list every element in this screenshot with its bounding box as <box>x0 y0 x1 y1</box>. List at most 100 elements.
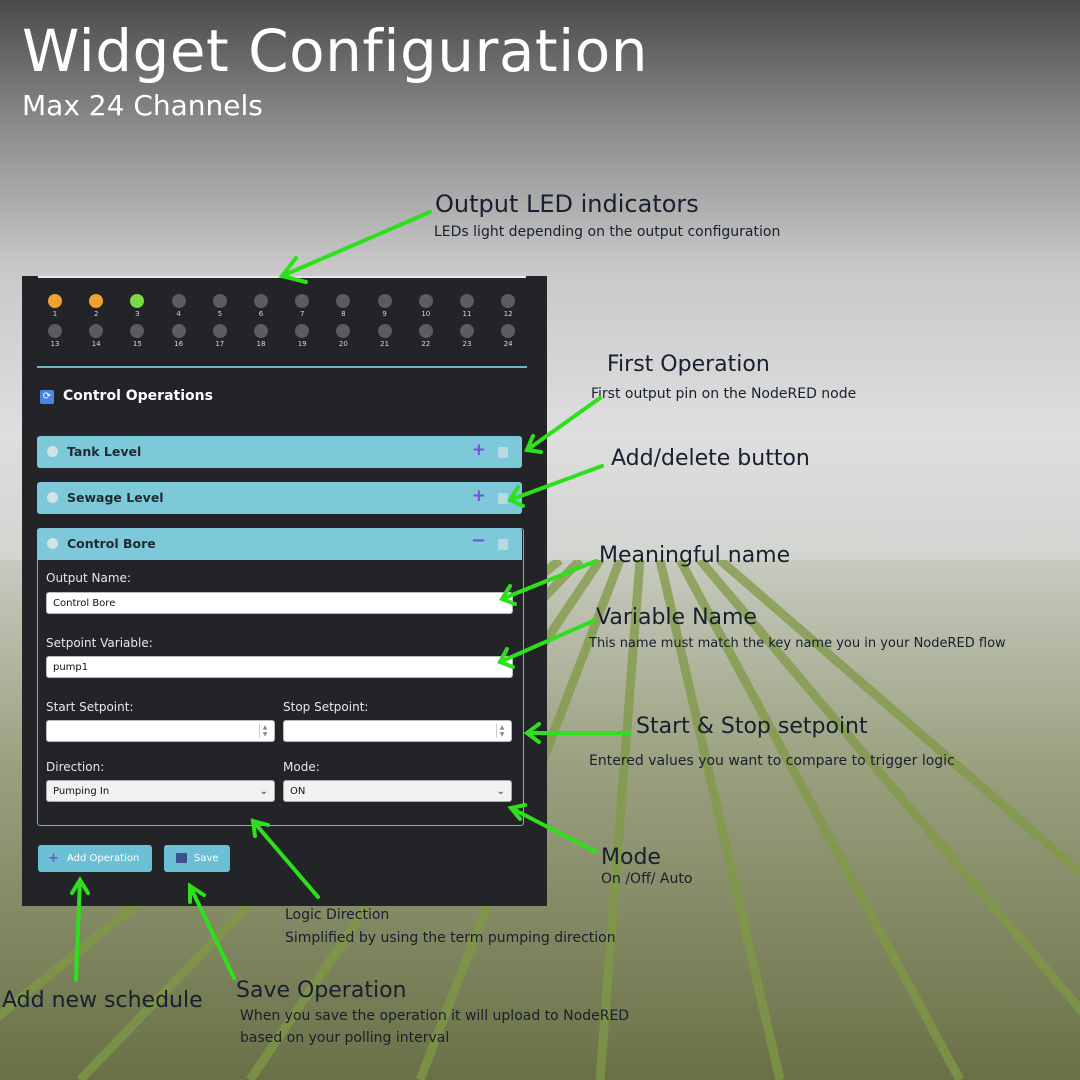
led-label: 17 <box>215 340 225 348</box>
led-indicator-4 <box>171 294 186 308</box>
led-indicator-16 <box>171 324 186 338</box>
annotation-mode-desc: On /Off/ Auto <box>601 871 693 887</box>
led-indicator-5 <box>212 294 227 308</box>
expand-plus-icon[interactable]: + <box>472 486 486 506</box>
output-name-label: Output Name: <box>46 571 131 585</box>
trash-icon[interactable] <box>498 539 508 550</box>
led-indicator-19 <box>295 324 310 338</box>
annotation-mode-title: Mode <box>601 845 661 870</box>
page-subtitle: Max 24 Channels <box>22 89 263 122</box>
led-indicator-23 <box>460 324 474 338</box>
annotation-add-delete-title: Add/delete button <box>611 446 810 471</box>
direction-select[interactable]: Pumping In ⌄ <box>46 780 275 802</box>
trash-icon[interactable] <box>498 447 508 458</box>
gear-icon <box>47 538 58 549</box>
led-indicator-18 <box>254 324 268 338</box>
panel-top-border <box>38 276 526 278</box>
spinner-icon[interactable]: ▲ ▼ <box>259 724 270 738</box>
led-indicator-20 <box>336 324 351 338</box>
annotation-first-op-desc: First output pin on the NodeRED node <box>591 386 857 402</box>
direction-value: Pumping In <box>53 786 110 797</box>
led-label: 15 <box>132 340 142 348</box>
led-indicator-12 <box>501 294 516 308</box>
operation-card-sewage-level[interactable]: Sewage Level + <box>37 482 522 514</box>
section-title: Control Operations <box>63 388 213 404</box>
widget-panel: 1 2 3 4 5 6 7 8 9 10 11 12 13 14 15 16 17 18 19 20 21 22 23 24 … <box>22 276 547 906</box>
annotation-save-op-desc-2: based on your polling interval <box>240 1030 450 1046</box>
annotation-logic-direction-desc: Simplified by using the term pumping dir… <box>285 930 616 946</box>
setpoint-variable-label: Setpoint Variable: <box>46 636 153 650</box>
operation-card-tank-level[interactable]: Tank Level + <box>37 436 522 468</box>
led-indicator-3 <box>130 294 145 308</box>
save-icon <box>176 853 187 863</box>
start-setpoint-input[interactable]: ▲ ▼ <box>46 720 275 742</box>
operation-name: Control Bore <box>67 536 156 551</box>
annotation-variable-name-title: Variable Name <box>596 605 757 630</box>
led-label: 3 <box>135 310 140 318</box>
annotation-output-led-desc: LEDs light depending on the output confi… <box>434 224 781 240</box>
plus-icon: + <box>48 851 59 866</box>
led-indicator-13 <box>48 324 62 338</box>
led-label: 11 <box>462 310 472 318</box>
led-label: 12 <box>503 310 513 318</box>
led-label: 21 <box>380 340 390 348</box>
led-indicator-24 <box>501 324 516 338</box>
led-label: 10 <box>421 310 431 318</box>
operation-name: Sewage Level <box>67 490 164 505</box>
led-indicator-2 <box>89 294 104 308</box>
stop-setpoint-label: Stop Setpoint: <box>283 700 369 714</box>
led-label: 6 <box>258 310 264 318</box>
led-label: 14 <box>91 340 101 348</box>
divider <box>37 366 527 368</box>
annotation-save-op-title: Save Operation <box>236 978 407 1003</box>
direction-label: Direction: <box>46 760 105 774</box>
led-label: 5 <box>217 310 223 318</box>
gear-icon <box>47 446 58 457</box>
led-label: 7 <box>299 310 305 318</box>
add-operation-button[interactable]: + Add Operation <box>38 845 152 872</box>
chevron-down-icon: ⌄ <box>259 786 268 797</box>
annotation-output-led-title: Output LED indicators <box>435 190 699 218</box>
led-label: 22 <box>421 340 431 348</box>
setpoint-variable-input[interactable]: pump1 <box>46 656 513 678</box>
led-indicator-17 <box>212 324 227 338</box>
led-label: 4 <box>176 310 181 318</box>
annotation-first-op-title: First Operation <box>607 352 770 377</box>
start-setpoint-label: Start Setpoint: <box>46 700 134 714</box>
led-label: 8 <box>341 310 346 318</box>
led-indicator-9 <box>377 294 392 308</box>
led-label: 19 <box>297 340 307 348</box>
led-label: 1 <box>52 310 58 318</box>
mode-value: ON <box>290 786 306 797</box>
led-indicator-22 <box>418 324 433 338</box>
led-indicator-8 <box>336 294 351 308</box>
save-label: Save <box>194 853 219 864</box>
led-label: 2 <box>93 310 99 318</box>
output-name-input[interactable]: Control Bore <box>46 592 513 614</box>
collapse-minus-icon[interactable]: − <box>471 530 486 551</box>
save-button[interactable]: Save <box>164 845 230 872</box>
led-label: 20 <box>338 340 348 348</box>
trash-icon[interactable] <box>498 493 508 504</box>
led-label: 9 <box>382 310 387 318</box>
stop-setpoint-input[interactable]: ▲ ▼ <box>283 720 512 742</box>
annotation-start-stop-desc: Entered values you want to compare to tr… <box>589 753 955 769</box>
led-indicator-7 <box>295 294 310 308</box>
expand-plus-icon[interactable]: + <box>472 440 486 460</box>
mode-label: Mode: <box>283 760 320 774</box>
annotation-start-stop-title: Start & Stop setpoint <box>636 714 868 739</box>
annotation-meaningful-name-title: Meaningful name <box>599 543 791 568</box>
led-indicator-21 <box>377 324 392 338</box>
spinner-icon[interactable]: ▲ ▼ <box>496 724 507 738</box>
add-operation-label: Add Operation <box>67 853 140 864</box>
page-title: Widget Configuration <box>22 17 649 85</box>
chevron-down-icon: ⌄ <box>496 786 505 797</box>
operation-card-control-bore[interactable]: Control Bore − <box>37 528 522 560</box>
annotation-logic-direction-title: Logic Direction <box>285 907 390 923</box>
sync-icon: ⟳ <box>40 390 54 404</box>
mode-select[interactable]: ON ⌄ <box>283 780 512 802</box>
led-indicator-15 <box>130 324 145 338</box>
annotation-add-schedule-title: Add new schedule <box>2 988 203 1013</box>
annotation-variable-name-desc: This name must match the key name you in… <box>589 636 1006 651</box>
led-indicator-14 <box>89 324 104 338</box>
